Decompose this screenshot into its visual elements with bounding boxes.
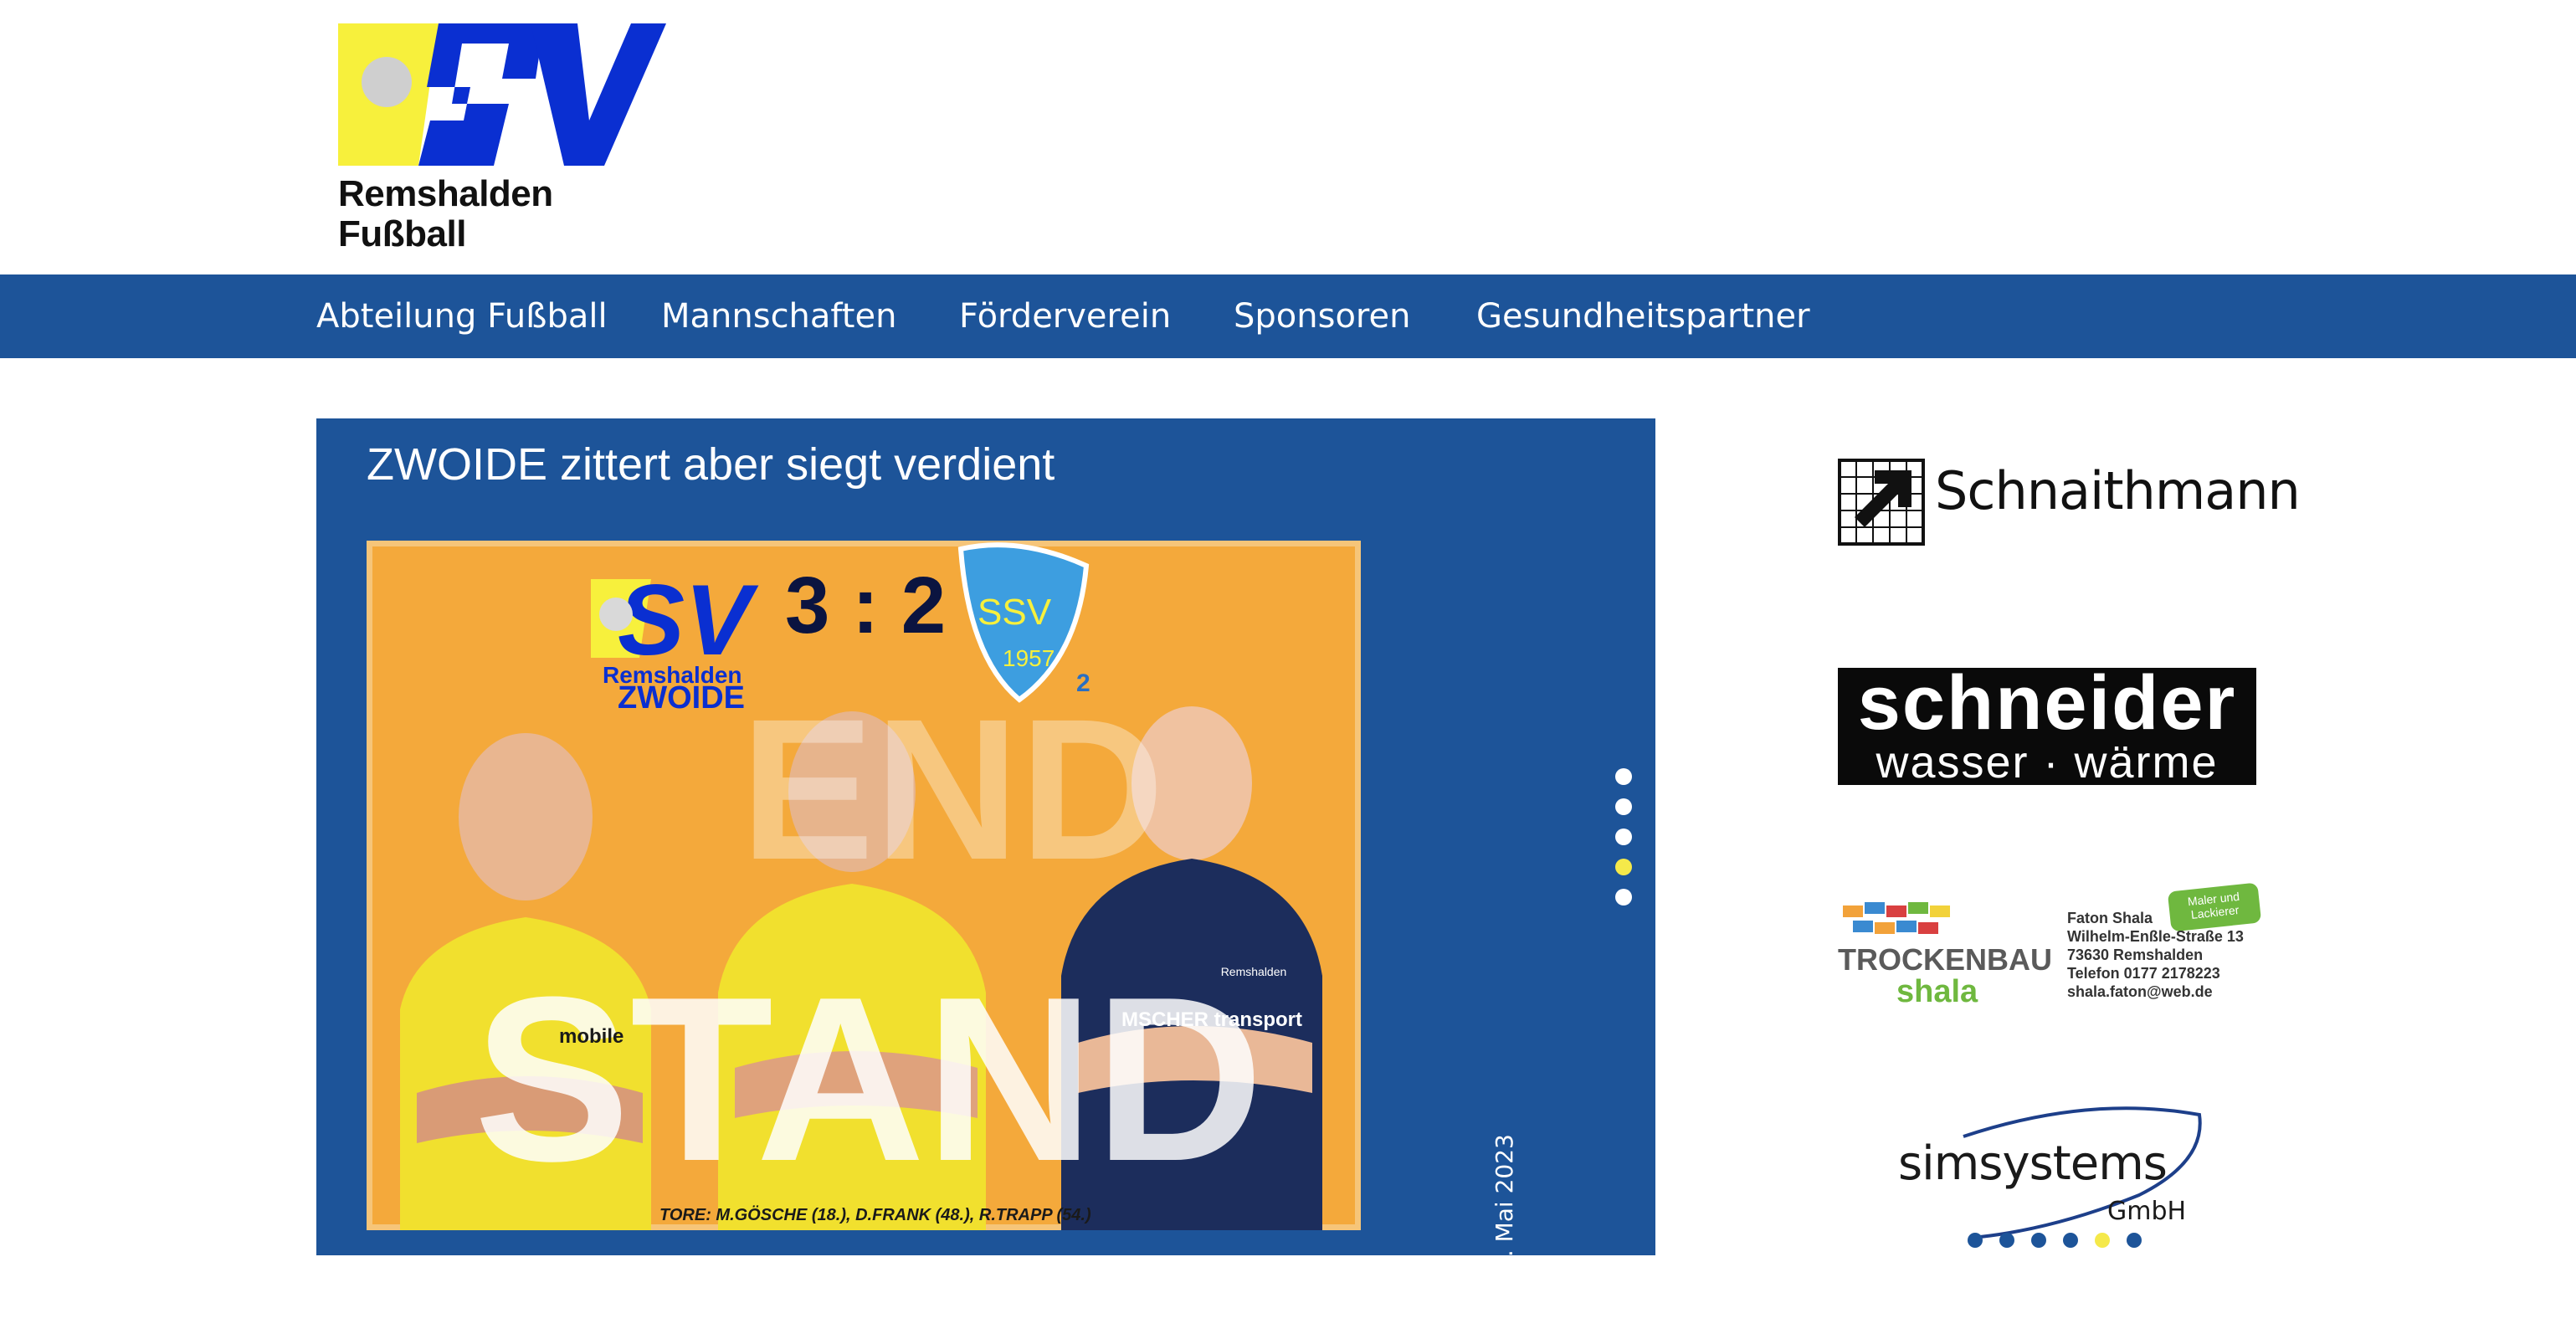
sponsor-shala-info-1: Faton Shala (2067, 910, 2153, 926)
site-logo[interactable]: Remshalden Fußball (338, 20, 666, 254)
sponsor-shala-info-2: Wilhelm-Enßle-Straße 13 (2067, 928, 2244, 945)
overlay-word-end: END (741, 677, 1165, 901)
sponsor-schneider-name: schneider (1857, 660, 2237, 746)
post-date: 1. Mai 2023 (1491, 1134, 1518, 1272)
slider-dot-1[interactable] (1615, 768, 1632, 785)
sponsor-shala-info-4: Telefon 0177 2178223 (2067, 965, 2220, 982)
svg-text:SV: SV (618, 564, 759, 676)
arrow-grid-icon (1838, 459, 1925, 546)
sponsor-trockenbau-shala[interactable]: TROCKENBAU shala Maler und Lackierer Fat… (1838, 882, 2265, 1018)
post-image[interactable]: END STAND SV Remshalden ZWOIDE 3 : 2 SSV… (367, 541, 1361, 1230)
nav-item-mannschaften[interactable]: Mannschaften (661, 274, 896, 358)
color-swatch-icon (1843, 902, 1950, 934)
image-scorers: TORE: M.GÖSCHE (18.), D.FRANK (48.), R.T… (659, 1205, 1091, 1224)
nav-item-sponsoren[interactable]: Sponsoren (1234, 274, 1410, 358)
main-navigation: Abteilung Fußball Mannschaften Förderver… (0, 274, 2576, 358)
svg-text:Remshalden: Remshalden (1221, 965, 1287, 978)
sponsor-shala-name: shala (1896, 974, 1978, 1009)
sponsor-schnaithmann-name: Schnaithmann (1935, 460, 2301, 521)
post-title[interactable]: ZWOIDE zittert aber siegt verdient (367, 439, 1055, 490)
sponsor-schneider[interactable]: schneider wasser · wärme (1838, 660, 2265, 787)
slider-dot-4-active[interactable] (1615, 859, 1632, 875)
sponsor-shala-badge: Maler und Lackierer (2167, 882, 2262, 932)
nav-item-foerderverein[interactable]: Förderverein (959, 274, 1171, 358)
svg-text:mobile: mobile (559, 1025, 623, 1048)
sv-logo-mark-icon (338, 20, 666, 171)
svg-text:ZWOIDE: ZWOIDE (618, 680, 745, 716)
sponsor-schnaithmann[interactable]: Schnaithmann (1838, 444, 2301, 561)
sponsor-simsystems[interactable]: simsystems GmbH (1838, 1103, 2265, 1254)
overlay-word-stand: STAND (474, 949, 1264, 1210)
nav-item-abteilung-fussball[interactable]: Abteilung Fußball (316, 274, 608, 358)
logo-line-2: Fußball (338, 213, 466, 254)
slider-dot-5[interactable] (1615, 889, 1632, 905)
nav-item-gesundheitspartner[interactable]: Gesundheitspartner (1476, 274, 1810, 358)
image-score: 3 : 2 (785, 561, 946, 650)
schneider-logo-box: schneider wasser · wärme (1838, 660, 2256, 787)
svg-text:SSV: SSV (978, 592, 1052, 633)
post-image-graphic: END STAND SV Remshalden ZWOIDE 3 : 2 SSV… (367, 541, 1361, 1230)
featured-post-card: ZWOIDE zittert aber siegt verdient END S… (316, 418, 1655, 1272)
sponsor-simsystems-name: simsystems (1898, 1136, 2168, 1191)
svg-text:MSCHER transport: MSCHER transport (1121, 1008, 1302, 1031)
logo-line-1: Remshalden (338, 173, 553, 214)
sponsor-schneider-tagline: wasser · wärme (1876, 737, 2219, 787)
sponsor-simsystems-suffix: GmbH (2107, 1197, 2187, 1226)
sponsor-trockenbau-name: TROCKENBAU (1838, 942, 2052, 977)
sponsor-shala-info-5: shala.faton@web.de (2067, 983, 2213, 1000)
sponsor-shala-info-3: 73630 Remshalden (2067, 947, 2204, 963)
svg-text:1957: 1957 (1003, 645, 1055, 671)
slider-dot-3[interactable] (1615, 829, 1632, 845)
svg-text:2: 2 (1076, 670, 1090, 697)
slider-dot-2[interactable] (1615, 798, 1632, 815)
